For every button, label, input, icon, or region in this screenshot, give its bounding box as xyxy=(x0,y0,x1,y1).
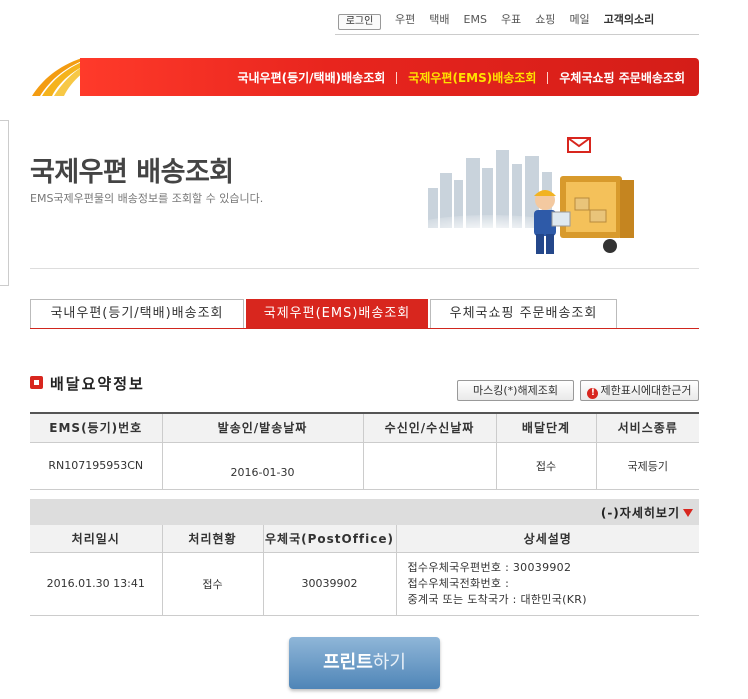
col-receiver: 수신인/수신날짜 xyxy=(362,413,497,443)
col-delivery-stage: 배달단계 xyxy=(495,413,597,443)
col-sender: 발송인/발송날짜 xyxy=(161,413,364,443)
cell-receiver xyxy=(362,441,497,490)
top-link-shopping[interactable]: 쇼핑 xyxy=(535,12,555,28)
top-utility-nav: 로그인 우편 택배 EMS 우표 쇼핑 메일 고객의소리 xyxy=(335,9,699,35)
cell-datetime: 2016.01.30 13:41 xyxy=(30,551,163,616)
desc-destination: 중계국 또는 도착국가 : 대한민국(KR) xyxy=(407,592,587,606)
top-link-stamp[interactable]: 우표 xyxy=(501,12,521,28)
banner-link-ems[interactable]: 국제우편(EMS)배송조회 xyxy=(408,69,536,86)
triangle-down-icon xyxy=(683,509,693,517)
print-label-bold: 프린트 xyxy=(323,652,373,673)
table-row: RN107195953CN 2016-01-30 접수 국제등기 xyxy=(30,441,699,490)
unmask-button[interactable]: 마스킹(*)해제조회 xyxy=(457,380,574,401)
cell-description: 접수우체국우편번호 : 30039902 접수우체국전화번호 : 중계국 또는 … xyxy=(395,551,699,616)
section-bullet-icon xyxy=(30,376,43,389)
cell-send-date: 2016-01-30 xyxy=(161,441,364,490)
desc-zip: 접수우체국우편번호 : 30039902 xyxy=(407,560,572,574)
table-header-row: 처리일시 처리현황 우체국(PostOffice) 상세설명 xyxy=(30,525,699,553)
page-title: 국제우편 배송조회 xyxy=(30,157,234,188)
top-link-post[interactable]: 우편 xyxy=(395,12,415,28)
limit-reason-label: 제한표시에대한근거 xyxy=(600,384,692,397)
banner-separator xyxy=(396,71,398,84)
table-row: 2016.01.30 13:41 접수 30039902 접수우체국우편번호 :… xyxy=(30,551,699,616)
col-service-type: 서비스종류 xyxy=(595,413,699,443)
top-links: 우편 택배 EMS 우표 쇼핑 메일 고객의소리 xyxy=(395,12,654,28)
page-subtitle: EMS국제우편물의 배송정보를 조회할 수 있습니다. xyxy=(30,192,264,205)
cell-status: 접수 xyxy=(161,551,264,616)
col-datetime: 처리일시 xyxy=(30,525,163,553)
col-description: 상세설명 xyxy=(395,525,699,553)
tracking-tabs: 국내우편(등기/택배)배송조회 국제우편(EMS)배송조회 우체국쇼핑 주문배송… xyxy=(30,299,699,329)
print-label-thin: 하기 xyxy=(372,652,406,673)
banner-link-domestic[interactable]: 국내우편(등기/택배)배송조회 xyxy=(237,69,385,86)
detail-toggle-label: (-)자세히보기 xyxy=(600,506,680,520)
col-status: 처리현황 xyxy=(161,525,264,553)
left-edge-frame xyxy=(0,120,9,286)
desc-phone: 접수우체국전화번호 : xyxy=(407,576,510,590)
cell-delivery-stage: 접수 xyxy=(495,441,597,490)
login-button[interactable]: 로그인 xyxy=(338,14,381,30)
delivery-illustration-icon xyxy=(420,137,634,254)
top-link-customer-voice[interactable]: 고객의소리 xyxy=(604,12,655,28)
detail-toggle[interactable]: (-)자세히보기 xyxy=(601,504,693,521)
top-link-mail[interactable]: 메일 xyxy=(569,12,589,28)
alert-icon: ! xyxy=(587,388,599,399)
banner-menu: 국내우편(등기/택배)배송조회 국제우편(EMS)배송조회 우체국쇼핑 주문배송… xyxy=(237,69,685,86)
cell-ems-number: RN107195953CN xyxy=(30,441,163,490)
tracking-banner: 국내우편(등기/택배)배송조회 국제우편(EMS)배송조회 우체국쇼핑 주문배송… xyxy=(30,58,699,96)
tab-domestic[interactable]: 국내우편(등기/택배)배송조회 xyxy=(30,299,244,328)
detail-toggle-bar: (-)자세히보기 xyxy=(30,499,699,525)
limit-reason-button[interactable]: ! 제한표시에대한근거 xyxy=(580,380,699,401)
cell-service-type: 국제등기 xyxy=(595,441,699,490)
summary-table: EMS(등기)번호 발송인/발송날짜 수신인/수신날짜 배달단계 서비스종류 R… xyxy=(30,412,699,490)
summary-section-title: 배달요약정보 xyxy=(50,375,145,393)
header-divider xyxy=(30,268,699,269)
table-header-row: EMS(등기)번호 발송인/발송날짜 수신인/수신날짜 배달단계 서비스종류 xyxy=(30,413,699,443)
banner-link-shopping[interactable]: 우체국쇼핑 주문배송조회 xyxy=(559,69,685,86)
top-link-parcel[interactable]: 택배 xyxy=(429,12,449,28)
detail-table: 처리일시 처리현황 우체국(PostOffice) 상세설명 2016.01.3… xyxy=(30,525,699,616)
print-button[interactable]: 프린트하기 xyxy=(289,637,440,689)
tab-shopping[interactable]: 우체국쇼핑 주문배송조회 xyxy=(430,299,617,328)
col-post-office: 우체국(PostOffice) xyxy=(262,525,397,553)
tab-ems[interactable]: 국제우편(EMS)배송조회 xyxy=(246,299,428,328)
top-link-ems[interactable]: EMS xyxy=(464,12,487,28)
col-ems-number: EMS(등기)번호 xyxy=(30,413,163,443)
cell-post-office: 30039902 xyxy=(262,551,397,616)
banner-separator xyxy=(547,71,549,84)
